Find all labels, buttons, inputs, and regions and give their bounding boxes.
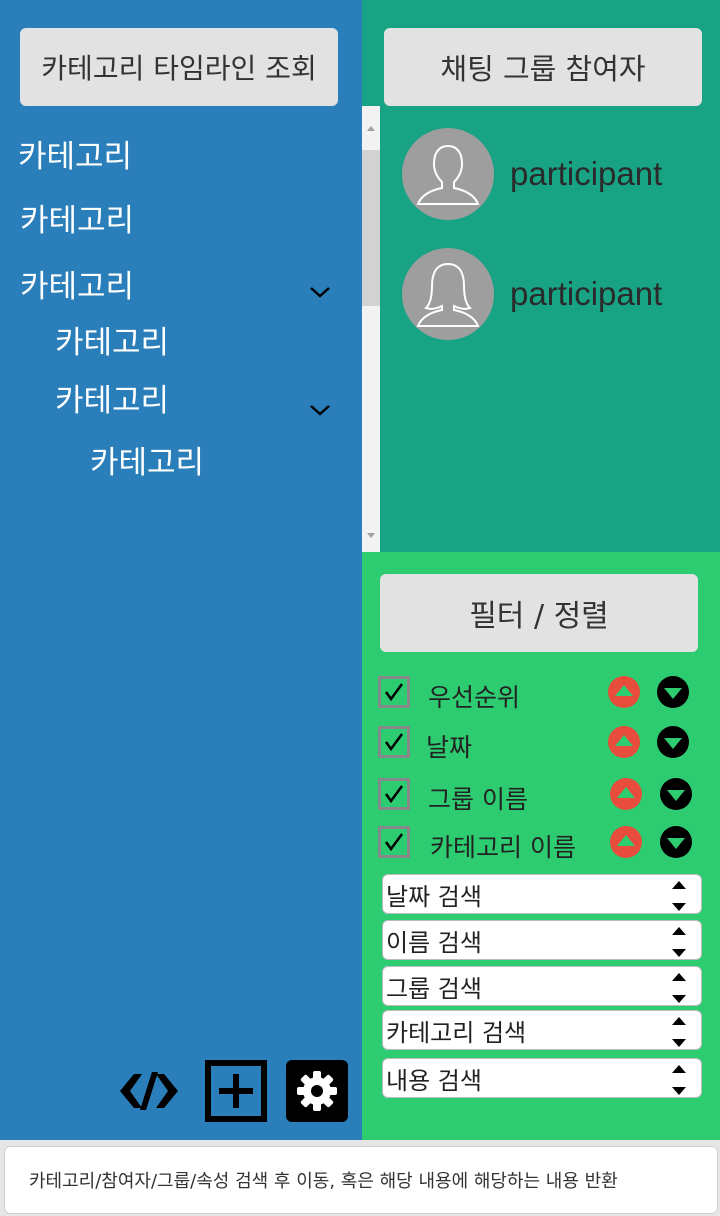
scroll-down-icon[interactable] (364, 526, 378, 538)
gear-icon[interactable] (286, 1060, 348, 1122)
spinner-icon[interactable] (671, 879, 687, 911)
code-icon[interactable] (118, 1060, 180, 1122)
sort-descending-icon[interactable] (657, 676, 689, 708)
spinner-icon[interactable] (671, 1015, 687, 1047)
filter-row-group-name: 그룹 이름 (378, 778, 698, 814)
filter-label: 날짜 (426, 733, 473, 762)
select-label: 그룹 검색 (386, 974, 482, 1003)
sort-ascending-icon[interactable] (608, 676, 640, 708)
content-search-select[interactable]: 내용 검색 (382, 1058, 702, 1098)
participant-name: participant (510, 275, 663, 312)
spinner-icon[interactable] (671, 971, 687, 1003)
select-label: 내용 검색 (386, 1066, 482, 1095)
category-item[interactable]: 카테고리 (20, 272, 134, 303)
male-avatar-icon (402, 128, 494, 220)
add-square-icon[interactable] (205, 1060, 267, 1122)
name-search-select[interactable]: 이름 검색 (382, 920, 702, 960)
participant-item[interactable]: participant (402, 248, 662, 340)
category-item[interactable]: 카테고리 (55, 386, 169, 417)
group-search-select[interactable]: 그룹 검색 (382, 966, 702, 1006)
sort-descending-icon[interactable] (660, 778, 692, 810)
filter-row-category-name: 카테고리 이름 (378, 826, 698, 862)
filter-sort-button[interactable]: 필터 / 정렬 (380, 574, 698, 652)
scroll-up-icon[interactable] (364, 118, 378, 131)
category-timeline-button[interactable]: 카테고리 타임라인 조회 (20, 28, 338, 106)
sort-ascending-icon[interactable] (610, 826, 642, 858)
sort-descending-icon[interactable] (660, 826, 692, 858)
chat-group-title-button[interactable]: 채팅 그룹 참여자 (384, 28, 702, 106)
select-label: 이름 검색 (386, 928, 482, 957)
filter-label: 그룹 이름 (428, 785, 528, 814)
category-search-select[interactable]: 카테고리 검색 (382, 1010, 702, 1050)
category-item[interactable]: 카테고리 (55, 328, 169, 359)
category-item[interactable]: 카테고리 (20, 206, 134, 237)
filter-label: 카테고리 이름 (430, 833, 576, 862)
female-avatar-icon (402, 248, 494, 340)
spinner-icon[interactable] (671, 1063, 687, 1095)
category-item[interactable]: 카테고리 (18, 142, 132, 173)
filter-label: 우선순위 (428, 683, 521, 712)
chevron-down-icon[interactable] (308, 280, 332, 304)
select-label: 날짜 검색 (386, 882, 482, 911)
checkbox[interactable] (378, 778, 410, 810)
filter-row-date: 날짜 (378, 726, 698, 762)
checkbox[interactable] (378, 676, 410, 708)
chat-panel-strip (362, 0, 380, 106)
select-label: 카테고리 검색 (386, 1018, 527, 1047)
checkbox[interactable] (378, 826, 410, 858)
global-search-input[interactable]: 카테고리/참여자/그룹/속성 검색 후 이동, 혹은 해당 내용에 해당하는 내… (4, 1146, 718, 1214)
sort-ascending-icon[interactable] (610, 778, 642, 810)
filter-row-priority: 우선순위 (378, 676, 698, 712)
participant-name: participant (510, 155, 663, 192)
date-search-select[interactable]: 날짜 검색 (382, 874, 702, 914)
checkbox[interactable] (378, 726, 410, 758)
sort-descending-icon[interactable] (657, 726, 689, 758)
chevron-down-icon[interactable] (308, 398, 332, 422)
sort-ascending-icon[interactable] (608, 726, 640, 758)
participant-item[interactable]: participant (402, 128, 662, 220)
scrollbar-thumb[interactable] (362, 150, 380, 306)
spinner-icon[interactable] (671, 925, 687, 957)
category-item[interactable]: 카테고리 (90, 448, 204, 479)
